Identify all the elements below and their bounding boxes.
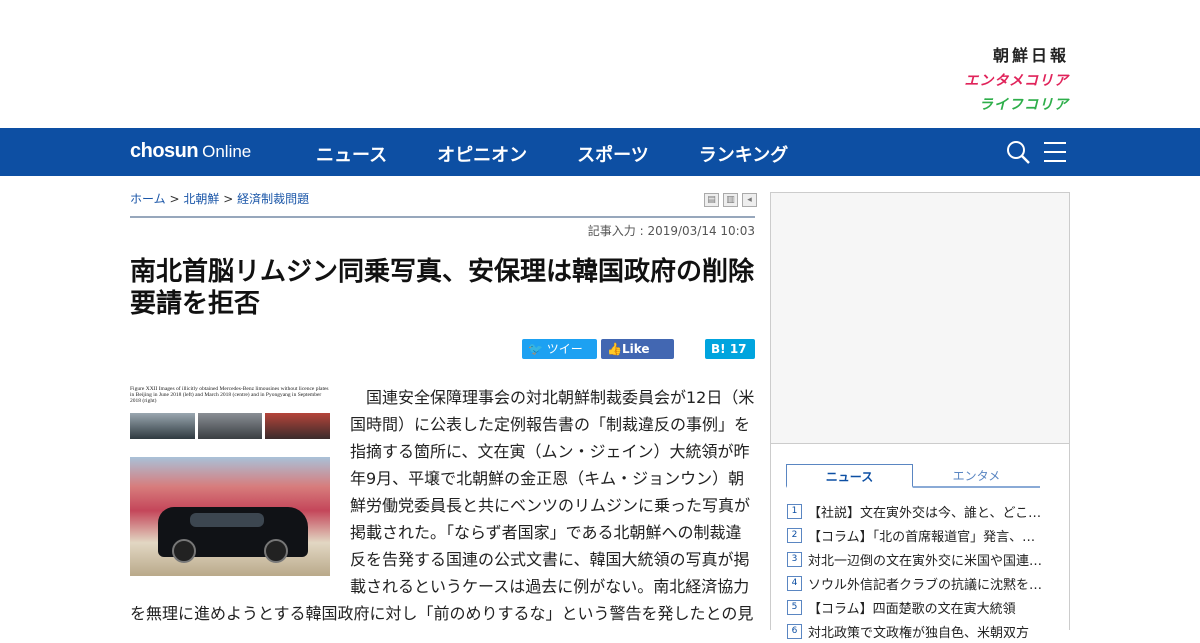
tab-entame[interactable]: エンタメ bbox=[913, 464, 1040, 488]
hatena-bookmark-button[interactable]: B! 17 bbox=[705, 339, 755, 359]
list-item[interactable]: 3 対北一辺倒の文在寅外交に米国や国連が懸念 bbox=[787, 547, 1057, 571]
text-size-icon[interactable]: ▥ bbox=[723, 193, 738, 207]
article-body: 国連安全保障理事会の対北朝鮮制裁委員会が12日（米国時間）に公表した定例報告書の… bbox=[350, 388, 755, 596]
rank-title: 【社説】文在寅外交は今、誰と、どこに向かっているのか bbox=[808, 505, 1048, 521]
rank-title: 【コラム】「北の首席報道官」発言、何が問題なのか bbox=[808, 529, 1048, 545]
thumbnail-beijing-march bbox=[197, 413, 263, 439]
limousine-photo bbox=[130, 457, 330, 576]
hamburger-menu-icon[interactable] bbox=[1044, 142, 1066, 162]
back-icon[interactable]: ◂ bbox=[742, 193, 757, 207]
list-item[interactable]: 5 【コラム】四面楚歌の文在寅大統領 bbox=[787, 595, 1057, 619]
article-body-continued: を無理に進めようとする韓国政府に対し「前のめりするな」という警告を発したとの見 bbox=[130, 604, 754, 623]
life-korea-link[interactable]: ライフコリア bbox=[964, 94, 1069, 114]
breadcrumb-sep: > bbox=[223, 192, 234, 206]
search-icon[interactable] bbox=[1006, 140, 1030, 164]
rank-number: 2 bbox=[787, 527, 802, 543]
thumbnail-beijing-june bbox=[130, 413, 195, 439]
brand-links: 朝鮮日報 エンタメコリア ライフコリア bbox=[964, 42, 1069, 114]
thumbs-up-icon: 👍 bbox=[607, 342, 622, 356]
print-icon[interactable]: ▤ bbox=[704, 193, 719, 207]
nav-item-news[interactable]: ニュース bbox=[316, 141, 387, 167]
ranking-tabs: ニュース エンタメ bbox=[786, 464, 1040, 488]
divider bbox=[130, 216, 755, 218]
facebook-like-button[interactable]: 👍Like 419 bbox=[601, 339, 674, 376]
sidebar: ニュース エンタメ 1 【社説】文在寅外交は今、誰と、どこに向かっているのか 2 【… bbox=[770, 192, 1070, 641]
breadcrumb-north-korea[interactable]: 北朝鮮 bbox=[183, 192, 219, 206]
thumbnail-pyongyang bbox=[265, 413, 330, 439]
like-label: Like bbox=[621, 342, 650, 356]
breadcrumb: ホーム > 北朝鮮 > 経済制裁問題 bbox=[130, 190, 309, 207]
breadcrumb-home[interactable]: ホーム bbox=[130, 192, 166, 206]
nav-item-opinion[interactable]: オピニオン bbox=[437, 141, 527, 167]
limousine bbox=[158, 507, 308, 563]
hatena-count: 17 bbox=[729, 342, 747, 356]
site-logo[interactable]: chosun Online bbox=[130, 140, 251, 163]
rank-title: 対北一辺倒の文在寅外交に米国や国連が懸念 bbox=[808, 553, 1048, 569]
rank-number: 3 bbox=[787, 551, 802, 567]
list-item[interactable]: 1 【社説】文在寅外交は今、誰と、どこに向かっているのか bbox=[787, 499, 1057, 523]
logo-main: chosun bbox=[130, 140, 199, 162]
nav-menu: ニュース オピニオン スポーツ ランキング bbox=[316, 141, 788, 167]
twitter-icon: 🐦 bbox=[528, 342, 543, 356]
like-count: 419 bbox=[607, 362, 630, 376]
chosun-ilbo-link[interactable]: 朝鮮日報 bbox=[964, 42, 1069, 66]
ranking-list: 1 【社説】文在寅外交は今、誰と、どこに向かっているのか 2 【コラム】「北の首席報… bbox=[787, 499, 1057, 643]
article-tools: ▤ ▥ ◂ bbox=[704, 193, 757, 207]
entame-korea-link[interactable]: エンタメコリア bbox=[964, 70, 1069, 90]
site-header: 朝鮮日報 エンタメコリア ライフコリア bbox=[0, 0, 1200, 128]
article-photo[interactable]: Figure XXII Images of illicitly obtained… bbox=[130, 386, 330, 576]
rank-title: 【コラム】四面楚歌の文在寅大統領 bbox=[808, 601, 1016, 617]
ad-slot bbox=[771, 193, 1069, 444]
nav-item-sports[interactable]: スポーツ bbox=[577, 141, 649, 167]
rank-number: 4 bbox=[787, 575, 802, 591]
article-title: 南北首脳リムジン同乗写真、安保理は韓国政府の削除要請を拒否 bbox=[130, 257, 755, 319]
rank-title: ソウル外信記者クラブの抗議に沈黙を続ける与党 bbox=[808, 577, 1048, 593]
rank-number: 6 bbox=[787, 623, 802, 639]
tweet-button[interactable]: 🐦 ツイート bbox=[522, 339, 597, 376]
nav-item-ranking[interactable]: ランキング bbox=[699, 141, 788, 167]
rank-title: 対北政策で文政権が独自色、米朝双方 bbox=[808, 625, 1030, 641]
list-item[interactable]: 4 ソウル外信記者クラブの抗議に沈黙を続ける与党 bbox=[787, 571, 1057, 595]
photo-caption: Figure XXII Images of illicitly obtained… bbox=[130, 386, 329, 404]
list-item[interactable]: 2 【コラム】「北の首席報道官」発言、何が問題なのか bbox=[787, 523, 1057, 547]
hatena-icon: B! bbox=[711, 342, 726, 356]
rank-number: 1 bbox=[787, 503, 802, 519]
article-date: 記事入力 : 2019/03/14 10:03 bbox=[587, 224, 755, 238]
photo-thumbnails bbox=[130, 413, 330, 439]
rank-number: 5 bbox=[787, 599, 802, 615]
breadcrumb-sanctions[interactable]: 経済制裁問題 bbox=[237, 192, 309, 206]
list-item[interactable]: 6 対北政策で文政権が独自色、米朝双方 bbox=[787, 619, 1057, 643]
breadcrumb-sep: > bbox=[169, 192, 180, 206]
tab-news[interactable]: ニュース bbox=[786, 464, 913, 488]
logo-sub: Online bbox=[202, 142, 252, 161]
